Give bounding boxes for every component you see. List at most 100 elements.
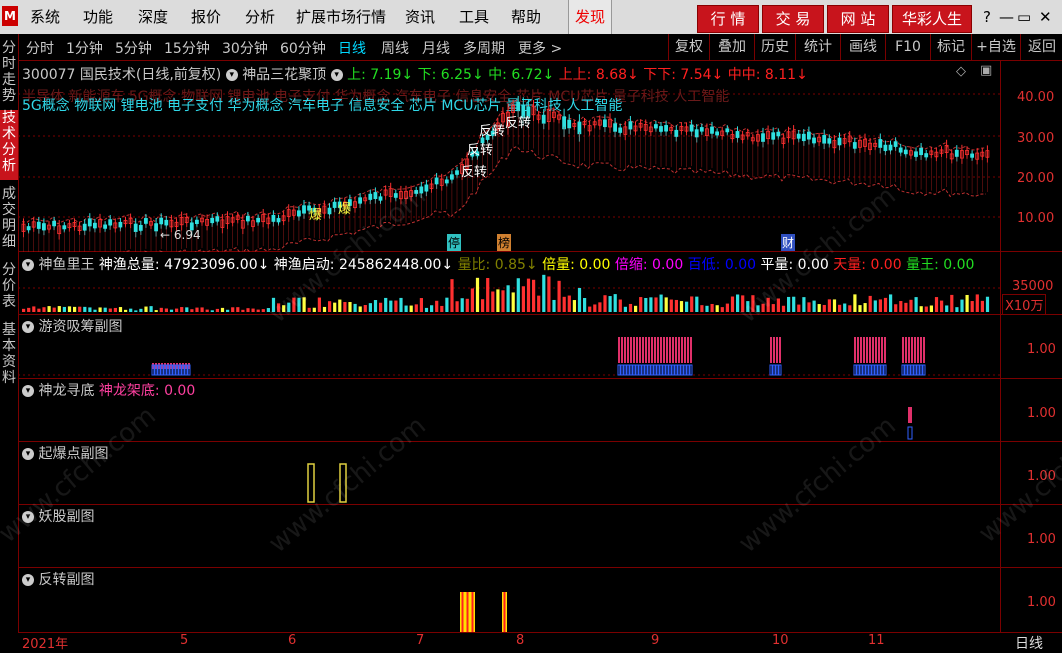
close-icon[interactable]: ✕ bbox=[1039, 8, 1052, 26]
tab-basic-info[interactable]: 基本资料 bbox=[0, 322, 18, 392]
period-intraday[interactable]: 分时 bbox=[26, 38, 54, 58]
menu-function[interactable]: 功能 bbox=[83, 0, 113, 34]
candle-body bbox=[276, 218, 281, 223]
menu-quote[interactable]: 报价 bbox=[191, 0, 221, 34]
period-30min[interactable]: 30分钟 bbox=[222, 38, 268, 58]
menu-extended-market[interactable]: 扩展市场行情 bbox=[296, 0, 386, 34]
menu-analysis[interactable]: 分析 bbox=[245, 0, 275, 34]
candle-body bbox=[358, 197, 363, 204]
accumulation-bar bbox=[911, 337, 913, 363]
accumulation-bar bbox=[923, 337, 925, 363]
trade-button[interactable]: 交 易 bbox=[762, 5, 824, 33]
maximize-icon[interactable]: ▭ bbox=[1017, 8, 1031, 26]
tab-price-distribution[interactable]: 分价表 bbox=[0, 262, 18, 314]
period-5min[interactable]: 5分钟 bbox=[115, 38, 152, 58]
volume-bar bbox=[220, 307, 225, 312]
accumulation-bar bbox=[684, 337, 686, 363]
candle-body bbox=[812, 137, 816, 144]
volume-bar bbox=[215, 308, 219, 312]
volume-bar bbox=[577, 287, 582, 312]
reversal-core bbox=[461, 592, 464, 632]
minimize-icon[interactable]: — bbox=[999, 8, 1014, 26]
period-more[interactable]: 更多 > bbox=[518, 38, 562, 58]
accumulation-bar bbox=[878, 337, 880, 363]
candle-body bbox=[373, 192, 378, 199]
accumulation-bar bbox=[914, 337, 916, 363]
draw-line-button[interactable]: 画线 bbox=[840, 34, 885, 60]
time-axis bbox=[18, 632, 1062, 653]
volume-bar bbox=[547, 276, 551, 312]
top-list-badge[interactable]: 榜 bbox=[497, 234, 512, 251]
help-icon[interactable]: ? bbox=[983, 8, 991, 26]
menu-tools[interactable]: 工具 bbox=[459, 0, 489, 34]
volume-bar bbox=[205, 309, 209, 312]
volume-bar bbox=[894, 304, 898, 312]
accumulation-base bbox=[617, 364, 621, 376]
volume-bar bbox=[389, 300, 393, 312]
tab-intraday-trend[interactable]: 分时走势 bbox=[0, 40, 18, 104]
volume-bar bbox=[440, 305, 444, 312]
website-button[interactable]: 网 站 bbox=[827, 5, 889, 33]
accumulation-bar bbox=[642, 337, 644, 363]
volume-bar bbox=[88, 307, 92, 312]
period-weekly[interactable]: 周线 bbox=[381, 38, 409, 58]
volume-bar bbox=[797, 304, 801, 312]
volume-bar bbox=[838, 304, 842, 312]
candle-body bbox=[699, 127, 704, 132]
volume-bar bbox=[129, 308, 133, 312]
overlay-button[interactable]: 叠加 bbox=[709, 34, 754, 60]
volume-bar bbox=[246, 308, 250, 312]
bottom-base bbox=[907, 426, 913, 440]
accumulation-bar bbox=[869, 337, 871, 363]
period-daily[interactable]: 日线 bbox=[338, 38, 366, 58]
volume-bar bbox=[368, 303, 372, 312]
volume-bar bbox=[333, 302, 337, 312]
accumulation-base bbox=[665, 364, 669, 376]
candle-body bbox=[103, 224, 107, 229]
volume-bar bbox=[960, 299, 964, 312]
accumulation-base bbox=[871, 364, 875, 376]
candle-body bbox=[302, 205, 306, 214]
volume-bar bbox=[985, 296, 990, 312]
stats-button[interactable]: 统计 bbox=[795, 34, 840, 60]
huacai-life-button[interactable]: 华彩人生 bbox=[892, 5, 972, 33]
adjust-button[interactable]: 复权 bbox=[668, 34, 709, 60]
menu-news[interactable]: 资讯 bbox=[405, 0, 435, 34]
period-multi[interactable]: 多周期 bbox=[463, 38, 505, 58]
mark-button[interactable]: 标记 bbox=[930, 34, 971, 60]
halt-badge[interactable]: 停 bbox=[447, 234, 462, 251]
x-tick: 11 bbox=[868, 633, 885, 648]
volume-bar bbox=[78, 306, 82, 312]
period-1min[interactable]: 1分钟 bbox=[66, 38, 103, 58]
volume-bar bbox=[496, 289, 500, 312]
volume-bar bbox=[781, 305, 786, 312]
history-button[interactable]: 历史 bbox=[754, 34, 795, 60]
period-15min[interactable]: 15分钟 bbox=[164, 38, 210, 58]
financial-badge[interactable]: 财 bbox=[781, 234, 796, 251]
f10-button[interactable]: F10 bbox=[885, 34, 930, 60]
tab-technical-analysis[interactable]: 技术分析 bbox=[0, 110, 18, 180]
volume-bar bbox=[924, 306, 928, 312]
x-tick: 8 bbox=[516, 633, 525, 648]
quote-button[interactable]: 行 情 bbox=[697, 5, 759, 33]
menu-system[interactable]: 系统 bbox=[30, 0, 60, 34]
period-60min[interactable]: 60分钟 bbox=[280, 38, 326, 58]
period-monthly[interactable]: 月线 bbox=[422, 38, 450, 58]
menu-discover[interactable]: 发现 bbox=[568, 0, 613, 34]
add-watchlist-button[interactable]: +自选 bbox=[971, 34, 1020, 60]
volume-bar bbox=[858, 305, 862, 312]
candle-body bbox=[118, 221, 123, 228]
candle-body bbox=[827, 138, 832, 144]
volume-bar bbox=[567, 295, 571, 312]
volume-bar bbox=[618, 299, 622, 312]
candle-body bbox=[256, 217, 261, 223]
accumulation-base bbox=[656, 364, 660, 376]
back-button[interactable]: 返回 bbox=[1020, 34, 1062, 60]
accumulation-base bbox=[659, 364, 663, 376]
volume-bar bbox=[883, 297, 888, 312]
menu-help[interactable]: 帮助 bbox=[511, 0, 541, 34]
tab-trade-details[interactable]: 成交明细 bbox=[0, 186, 18, 252]
menu-depth[interactable]: 深度 bbox=[138, 0, 168, 34]
candle-body bbox=[613, 123, 617, 132]
accumulation-bar bbox=[854, 337, 856, 363]
